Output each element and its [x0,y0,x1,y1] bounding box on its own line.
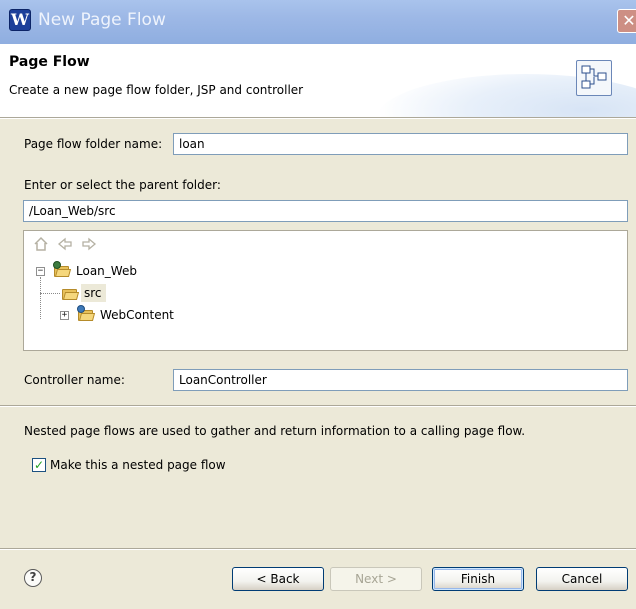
back-button[interactable]: < Back [232,567,324,591]
title-bar: W New Page Flow ✕ [0,0,636,44]
tree-item-label: Loan_Web [76,264,137,278]
back-arrow-icon[interactable] [56,236,74,254]
tree-item-label: src [84,286,102,300]
close-button[interactable]: ✕ [617,9,636,33]
footer-separator [0,548,636,550]
banner-title: Page Flow [9,54,90,70]
tree-item-label: WebContent [100,308,174,322]
controller-name-label: Controller name: [24,373,125,387]
nested-info-text: Nested page flows are used to gather and… [24,424,526,438]
section-separator [0,405,636,407]
page-flow-wizard-icon [576,60,612,96]
next-button[interactable]: Next > [330,567,422,591]
tree-item-loan-web[interactable]: − Loan_Web [24,261,324,281]
banner-description: Create a new page flow folder, JSP and c… [9,83,304,97]
window-title: New Page Flow [38,10,166,30]
tree-item-webcontent[interactable]: + WebContent [24,305,324,325]
parent-folder-label: Enter or select the parent folder: [24,178,221,192]
folder-open-icon [62,288,80,300]
nested-checkbox-label[interactable]: Make this a nested page flow [50,458,226,472]
parent-folder-field[interactable]: /Loan_Web/src [23,200,628,222]
tree-toolbar [24,231,627,260]
wizard-banner: Page Flow Create a new page flow folder,… [0,44,636,117]
forward-arrow-icon[interactable] [80,236,98,254]
web-folder-icon [77,305,96,321]
nested-checkbox[interactable]: ✓ [32,458,46,472]
folder-name-label: Page flow folder name: [24,137,163,151]
cancel-button[interactable]: Cancel [536,567,628,591]
folder-name-field[interactable]: loan [173,133,628,155]
home-icon[interactable] [32,236,50,254]
project-folder-icon [53,261,72,277]
app-icon: W [9,9,31,31]
controller-name-field[interactable]: LoanController [173,369,628,391]
folder-tree[interactable]: − Loan_Web src + WebContent [23,230,628,351]
banner-separator [0,117,636,119]
help-icon[interactable]: ? [24,569,42,587]
tree-item-src[interactable]: src [24,283,324,303]
collapse-toggle[interactable]: − [36,267,45,276]
finish-button[interactable]: Finish [432,567,524,591]
expand-toggle[interactable]: + [60,311,69,320]
